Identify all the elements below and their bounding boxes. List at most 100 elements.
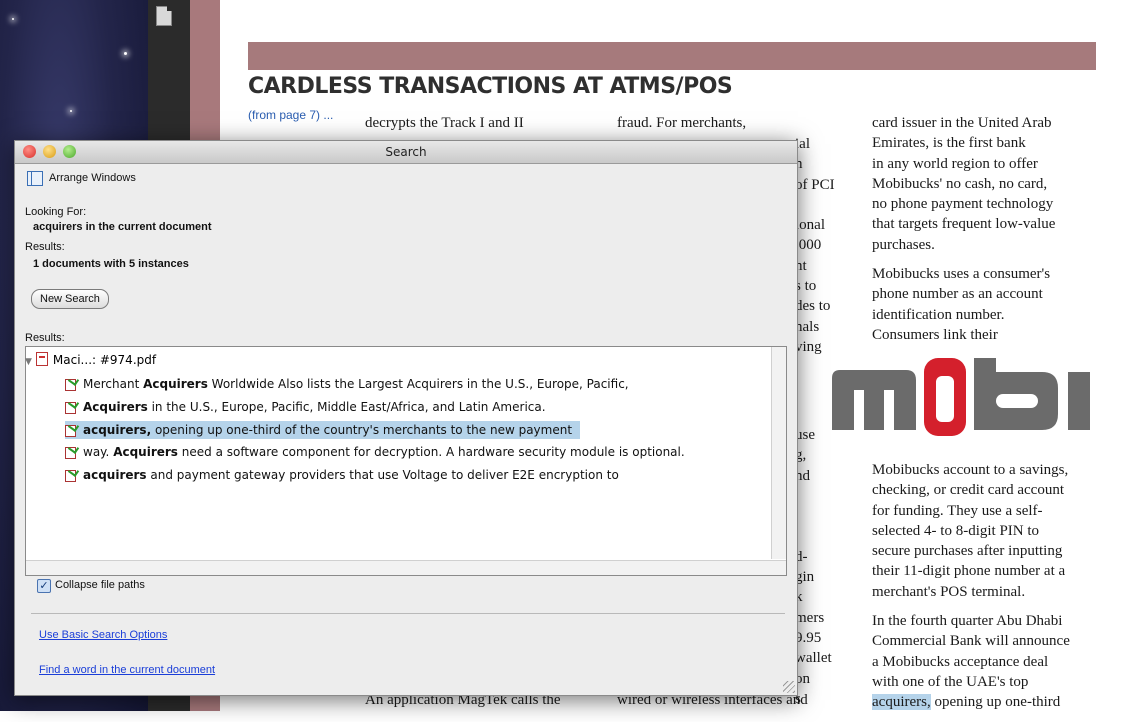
column-text-fragment: n (795, 156, 803, 173)
arrange-windows-icon[interactable] (27, 171, 43, 186)
result-hit-row[interactable]: Acquirers in the U.S., Europe, Pacific, … (65, 398, 546, 416)
paragraph-line: merchant's POS terminal. (872, 583, 1026, 600)
result-hit-row[interactable]: way. Acquirers need a software component… (65, 443, 685, 461)
hit-term: Acquirers (113, 445, 178, 459)
window-titlebar[interactable]: Search (15, 141, 797, 164)
paragraph-line: for funding. They use a self- (872, 502, 1043, 519)
find-word-link[interactable]: Find a word in the current document (39, 664, 215, 676)
column-text-fragment (795, 486, 855, 506)
results-list-label: Results: (25, 332, 65, 344)
paragraph-line: with one of the UAE's top (872, 673, 1029, 690)
paragraph: Mobibucks account to a savings, checking,… (872, 460, 1112, 602)
paragraph-line: selected 4- to 8-digit PIN to (872, 522, 1040, 539)
looking-for-value: acquirers in the current document (33, 221, 212, 233)
hit-context-after: opening up one-third of the country's me… (151, 423, 573, 437)
hit-term: Acquirers (143, 377, 208, 391)
paragraph-line: acquirers, opening up one-third (872, 692, 1112, 712)
collapse-file-paths-checkbox[interactable]: ✓ (37, 579, 51, 593)
result-hit-row[interactable]: Merchant Acquirers Worldwide Also lists … (65, 375, 629, 393)
pdf-file-icon (35, 352, 48, 366)
result-hit-row[interactable]: acquirers, opening up one-third of the c… (65, 421, 581, 439)
column-text-fragment: gin (795, 569, 815, 586)
column-text-fragment: d- (795, 548, 808, 565)
result-file-row[interactable]: ▼ Maci...: #974.pdf (25, 351, 156, 371)
paragraph-line: that targets frequent low-value (872, 216, 1056, 233)
results-summary-label: Results: (25, 241, 65, 253)
paragraph-line: Mobibucks uses a consumer's (872, 266, 1051, 283)
result-hit-row[interactable]: acquirers and payment gateway providers … (65, 466, 619, 484)
paragraph-line: identification number. (872, 306, 1005, 323)
paragraph-line: checking, or credit card account (872, 482, 1064, 499)
star-decoration (70, 110, 72, 112)
disclosure-triangle-icon[interactable]: ▼ (25, 353, 32, 371)
new-search-button[interactable]: New Search (31, 289, 109, 309)
paragraph-line: purchases. (872, 236, 935, 253)
divider (31, 613, 785, 614)
column-text-fragment: mers (795, 609, 825, 626)
hit-context-after: need a software component for decryption… (177, 445, 685, 459)
hit-term: acquirers (83, 468, 147, 482)
column-text-fragment (795, 195, 855, 215)
arrange-windows-label[interactable]: Arrange Windows (49, 172, 136, 184)
vertical-scrollbar[interactable] (771, 347, 786, 559)
column-text-fragment: ,000 (795, 237, 822, 254)
column-3-bottom: Mobibucks account to a savings, checking,… (872, 460, 1112, 722)
mobi-logo (832, 358, 1090, 436)
column-text-fragment: k (795, 589, 803, 606)
hit-term: acquirers, (83, 423, 152, 437)
basic-search-options-link[interactable]: Use Basic Search Options (39, 629, 167, 641)
paragraph-line: Consumers link their (872, 326, 998, 343)
column-text-fragment: g, (795, 447, 807, 464)
column-text-fragment: on (795, 670, 810, 687)
hit-context-after: in the U.S., Europe, Pacific, Middle Eas… (147, 400, 546, 414)
header-banner (248, 42, 1096, 70)
paragraph-line: Emirates, is the first bank (872, 135, 1026, 152)
hit-context-after: Worldwide Also lists the Largest Acquire… (207, 377, 629, 391)
hit-context-before: Merchant (83, 377, 144, 391)
search-window[interactable]: Search Arrange Windows Looking For: acqu… (14, 140, 798, 696)
from-page-link[interactable]: (from page 7) ... (248, 108, 333, 122)
paragraph: In the fourth quarter Abu Dhabi Commercia… (872, 611, 1112, 712)
column-text-fragment: wallet (795, 650, 832, 667)
collapse-file-paths-label[interactable]: Collapse file paths (55, 579, 145, 591)
paragraph-line: card issuer in the United Arab (872, 115, 1052, 131)
column-text-fragment (795, 506, 855, 526)
column-text-fragment: des to (795, 298, 831, 315)
paragraph: Mobibucks uses a consumer's phone number … (872, 264, 1112, 345)
paragraph: card issuer in the United Arab Emirates, … (872, 113, 1112, 255)
page-thumbnail-icon[interactable] (156, 6, 172, 26)
column-2-visible-fragments: ial n of PCI ional ,000 nt s to des to nals ving (795, 134, 855, 357)
column-text-fragment: nals (795, 318, 820, 335)
column-text-fragment: s to (795, 278, 817, 295)
paragraph-text: opening up one-third (930, 694, 1061, 711)
result-file-name: Maci...: #974.pdf (52, 353, 157, 367)
search-hit-icon (65, 445, 77, 459)
column-1: decrypts the Track I and II (365, 113, 600, 133)
paragraph-line: no phone payment technology (872, 196, 1054, 213)
hit-context-after: and payment gateway providers that use V… (146, 468, 619, 482)
article-headline: CARDLESS TRANSACTIONS AT ATMS/POS (248, 74, 733, 99)
column-text-fragment: nd (795, 467, 810, 484)
resize-grip[interactable] (783, 681, 795, 693)
paragraph-line: In the fourth quarter Abu Dhabi (872, 613, 1063, 630)
looking-for-label: Looking For: (25, 206, 87, 218)
hit-term: Acquirers (83, 400, 148, 414)
highlighted-search-match[interactable]: acquirers, (872, 694, 931, 711)
column-text-fragment: of PCI (795, 176, 835, 193)
paragraph-line: secure purchases after inputting (872, 543, 1063, 560)
hit-context-before: way. (83, 445, 114, 459)
paragraph-line: Commercial Bank will announce (872, 633, 1070, 650)
horizontal-scrollbar[interactable] (26, 560, 786, 575)
search-hit-icon (65, 400, 77, 414)
results-summary-value: 1 documents with 5 instances (33, 258, 189, 270)
column-text-fragment: ving (795, 338, 822, 355)
column-2-visible-fragments-lower: use g, nd d-gin k mers 9.95 wallet on s (795, 425, 855, 709)
column-2: fraud. For merchants, (617, 113, 852, 133)
paragraph-line: Mobibucks' no cash, no card, (872, 175, 1048, 192)
search-hit-icon (65, 377, 77, 391)
column-text-fragment: ional (795, 217, 825, 234)
star-decoration (124, 52, 127, 55)
paragraph-line: a Mobibucks acceptance deal (872, 653, 1049, 670)
column-text-fragment (795, 526, 855, 546)
paragraph-line: phone number as an account (872, 286, 1043, 303)
